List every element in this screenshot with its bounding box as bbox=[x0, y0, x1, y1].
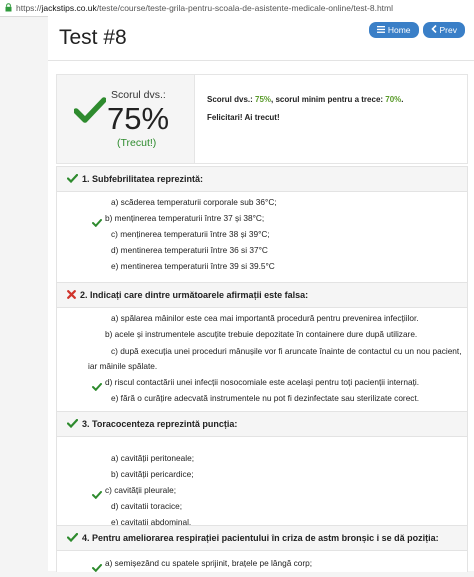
option: b) cavității pericardice; bbox=[111, 469, 194, 479]
check-icon bbox=[92, 378, 102, 396]
url-host: jackstips.co.uk bbox=[41, 3, 97, 13]
check-icon bbox=[92, 486, 102, 504]
option: a) semișezând cu spatele sprijinit, braț… bbox=[105, 558, 313, 568]
question-header: 1. Subfebrilitatea reprezintă: bbox=[57, 167, 467, 192]
question-title: 2. Indicați care dintre următoarele afir… bbox=[80, 290, 309, 300]
prev-button[interactable]: Prev bbox=[422, 22, 465, 38]
home-label: Home bbox=[387, 25, 411, 35]
divider bbox=[48, 60, 474, 61]
option: e) fără o curățire adecvată instrumentel… bbox=[111, 393, 420, 403]
check-icon bbox=[66, 173, 79, 185]
score-line-value: 75% bbox=[255, 95, 272, 104]
score-line-label: Scorul dvs.: bbox=[207, 95, 256, 104]
option: a) scăderea temperaturii corporale sub 3… bbox=[111, 197, 277, 207]
question-card: 4. Pentru ameliorarea respirației pacien… bbox=[56, 525, 468, 573]
question-header: 2. Indicați care dintre următoarele afir… bbox=[57, 283, 467, 308]
address-bar[interactable]: https://jackstips.co.uk/teste/course/tes… bbox=[0, 0, 474, 17]
score-line-min: 70% bbox=[385, 95, 402, 104]
url-prefix: https:// bbox=[16, 3, 42, 13]
option: d) riscul contactării unei infecții noso… bbox=[105, 377, 420, 387]
score-line: Scorul dvs.: 75%, scorul minim pentru a … bbox=[207, 95, 404, 105]
question-card: 1. Subfebrilitatea reprezintă: a) scăder… bbox=[56, 166, 468, 286]
score-panel: Scorul dvs.: 75% (Trecut!) Scorul dvs.: … bbox=[56, 74, 468, 164]
score-label: Scorul dvs.: bbox=[111, 89, 166, 101]
option: c) după execuția unei proceduri mânușile… bbox=[111, 346, 462, 356]
option: d) cavitatii toracice; bbox=[111, 501, 183, 511]
check-icon bbox=[66, 418, 79, 430]
question-title: 3. Toracocenteza reprezintă puncția: bbox=[82, 419, 238, 429]
question-title: 1. Subfebrilitatea reprezintă: bbox=[82, 174, 204, 184]
home-button[interactable]: Home bbox=[368, 22, 419, 38]
big-check-icon bbox=[73, 97, 107, 128]
option: iar mâinile spălate. bbox=[88, 361, 158, 371]
cross-icon bbox=[67, 289, 76, 301]
list-icon bbox=[376, 22, 385, 38]
url-path: /teste/course/teste-grila-pentru-scoala-… bbox=[96, 3, 394, 13]
option: b) menținerea temperaturii între 37 și 3… bbox=[105, 213, 265, 223]
score-line-end: . bbox=[401, 95, 404, 104]
option: c) cavității pleurale; bbox=[105, 485, 177, 495]
option: e) mentinerea temperaturii între 39 si 3… bbox=[111, 261, 275, 271]
option: c) menținerea temperaturii între 38 și 3… bbox=[111, 229, 270, 239]
page-title: Test #8 bbox=[59, 26, 127, 49]
question-card: 3. Toracocenteza reprezintă puncția: a) … bbox=[56, 411, 468, 531]
score-status: (Trecut!) bbox=[117, 137, 157, 149]
score-line-mid: , scorul minim pentru a trece: bbox=[271, 95, 386, 104]
question-title: 4. Pentru ameliorarea respirației pacien… bbox=[82, 533, 439, 543]
congrats-text: Felicitari! Ai trecut! bbox=[207, 113, 280, 122]
test-page: Test #8 Home Prev Scorul dvs.: 75% (Trec… bbox=[48, 16, 474, 573]
check-icon bbox=[66, 532, 79, 544]
option: a) cavității peritoneale; bbox=[111, 453, 195, 463]
option: b) acele și instrumentele ascuțite trebu… bbox=[105, 329, 418, 339]
prev-label: Prev bbox=[439, 25, 457, 35]
nav-buttons: Home Prev bbox=[368, 22, 465, 38]
question-card: 2. Indicați care dintre următoarele afir… bbox=[56, 282, 468, 419]
option: a) spălarea mâinilor este cea mai import… bbox=[111, 313, 419, 323]
check-icon bbox=[92, 214, 102, 232]
question-header: 4. Pentru ameliorarea respirației pacien… bbox=[57, 526, 467, 551]
question-header: 3. Toracocenteza reprezintă puncția: bbox=[57, 412, 467, 437]
score-percent: 75% bbox=[107, 101, 170, 136]
option: d) mentinerea temperaturii între 36 si 3… bbox=[111, 245, 268, 255]
lock-icon bbox=[5, 1, 12, 16]
chevron-left-icon bbox=[430, 22, 437, 38]
check-icon bbox=[92, 559, 102, 577]
score-summary: Scorul dvs.: 75% (Trecut!) bbox=[57, 75, 195, 163]
